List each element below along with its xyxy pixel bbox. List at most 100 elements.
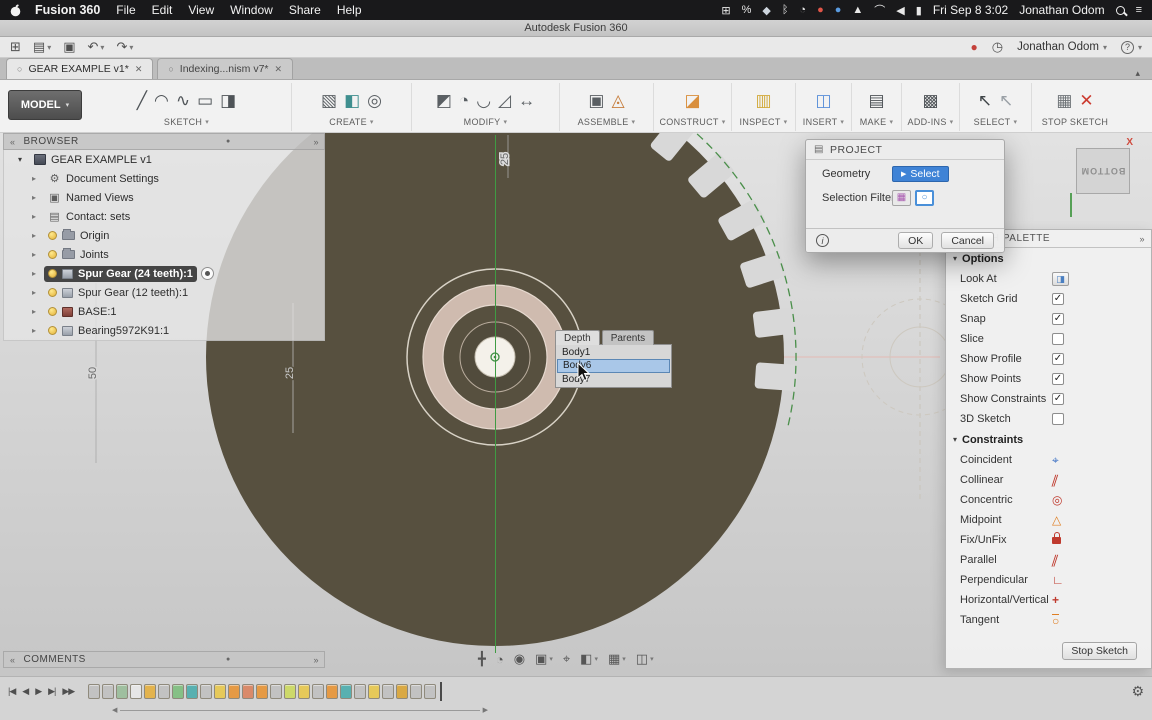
timeline-feature-25[interactable] xyxy=(424,684,436,699)
pan-icon[interactable]: ╋ xyxy=(478,651,486,667)
undo-icon[interactable]: ↶▾ xyxy=(88,39,105,55)
sync-icon[interactable]: ◆ xyxy=(762,4,770,17)
panel-collapse-icon[interactable]: » xyxy=(1139,234,1151,244)
constraint-coincident[interactable]: Coincident ⌖ xyxy=(946,450,1151,470)
step-forward-button[interactable]: ▶| xyxy=(48,686,55,697)
timeline-feature-20[interactable] xyxy=(354,684,366,699)
palette-row-3d-sketch[interactable]: 3D Sketch xyxy=(946,409,1151,429)
dimension-left[interactable]: 50 xyxy=(87,367,99,379)
visibility-bulb-icon[interactable] xyxy=(48,231,57,240)
menu-help[interactable]: Help xyxy=(337,3,362,17)
constraint-parallel[interactable]: Parallel ∥ xyxy=(946,550,1151,570)
expand-icon[interactable]: ▸ xyxy=(32,326,44,335)
dimension-mid[interactable]: 25 xyxy=(284,367,296,379)
file-icon[interactable]: ▤▾ xyxy=(33,39,51,55)
expand-icon[interactable]: ▸ xyxy=(32,307,44,316)
menu-construct[interactable]: CONSTRUCT▾ xyxy=(654,117,731,127)
timeline-feature-23[interactable] xyxy=(396,684,408,699)
constraint-fix-unfix[interactable]: Fix/UnFix xyxy=(946,530,1151,550)
help-menu[interactable]: ? ▾ xyxy=(1121,41,1142,54)
list-item-body1[interactable]: Body1 xyxy=(557,346,670,359)
sketch-filter-button[interactable]: ○ xyxy=(915,190,934,206)
timeline-position-marker[interactable] xyxy=(440,682,442,701)
play-button[interactable]: ▶ xyxy=(35,686,41,697)
blue-app-status-icon[interactable]: ● xyxy=(835,4,842,16)
apple-menu-icon[interactable] xyxy=(10,4,21,17)
spotlight-search-icon[interactable] xyxy=(1116,6,1125,15)
collapse-toolbar-icon[interactable]: ▴ xyxy=(1135,68,1146,79)
notification-center-icon[interactable]: ≡ xyxy=(1136,4,1142,16)
save-icon[interactable]: ▣ xyxy=(63,39,75,55)
timeline-feature-8[interactable] xyxy=(186,684,198,699)
airplay-icon[interactable]: ▲ xyxy=(852,4,863,16)
info-icon[interactable]: i xyxy=(816,234,829,247)
browser-item-contact-sets[interactable]: ▸ ▤ Contact: sets xyxy=(4,207,324,226)
expand-icon[interactable]: ▸ xyxy=(32,231,44,240)
window-select-icon[interactable]: ↖ xyxy=(999,92,1013,109)
box-icon[interactable]: ◧ xyxy=(344,92,360,109)
menu-window[interactable]: Window xyxy=(230,3,273,17)
expand-icon[interactable]: ▸ xyxy=(32,288,44,297)
timeline-settings-gear-icon[interactable]: ⚙ xyxy=(1131,683,1144,700)
constraint-concentric[interactable]: Concentric ◎ xyxy=(946,490,1151,510)
project-dialog-header[interactable]: ▤ PROJECT xyxy=(806,140,1004,160)
list-item-body7[interactable]: Body7 xyxy=(557,373,670,386)
timeline-feature-6[interactable] xyxy=(158,684,170,699)
browser-item-document-settings[interactable]: ▸ ⚙ Document Settings xyxy=(4,169,324,188)
palette-row-sketch-grid[interactable]: Sketch Grid xyxy=(946,289,1151,309)
revolve-icon[interactable]: ◎ xyxy=(367,92,382,109)
timeline-feature-13[interactable] xyxy=(256,684,268,699)
tab-depth[interactable]: Depth xyxy=(555,330,600,345)
expand-icon[interactable]: ▾ xyxy=(18,155,30,164)
timeline-feature-7[interactable] xyxy=(172,684,184,699)
palette-row-show-constraints[interactable]: Show Constraints xyxy=(946,389,1151,409)
slider-left-arrow-icon[interactable]: ◀ xyxy=(112,706,117,714)
create-sketch-icon[interactable]: ╱ xyxy=(137,92,147,109)
insert-icon[interactable]: ◫ xyxy=(815,92,831,109)
panel-collapse-icon[interactable]: » xyxy=(313,655,319,665)
visibility-bulb-icon[interactable] xyxy=(48,326,57,335)
show-profile-checkbox[interactable] xyxy=(1052,353,1064,365)
fit-icon[interactable]: ⌖ xyxy=(563,651,570,667)
palette-row-slice[interactable]: Slice xyxy=(946,329,1151,349)
expand-icon[interactable]: ▸ xyxy=(32,193,44,202)
timeline-zoom-slider[interactable]: ◀ ▶ xyxy=(112,706,488,714)
slider-right-arrow-icon[interactable]: ▶ xyxy=(483,706,488,714)
extrude-icon[interactable]: ▧ xyxy=(321,92,337,109)
browser-item-joints[interactable]: ▸ Joints xyxy=(4,245,324,264)
visibility-bulb-icon[interactable] xyxy=(48,288,57,297)
3d-sketch-checkbox[interactable] xyxy=(1052,413,1064,425)
constraint-collinear[interactable]: Collinear ∥ xyxy=(946,470,1151,490)
menu-modify[interactable]: MODIFY▾ xyxy=(412,117,559,127)
browser-item-base[interactable]: ▸ BASE:1 xyxy=(4,302,324,321)
timeline-feature-10[interactable] xyxy=(214,684,226,699)
tab-indexing-mechanism[interactable]: ○ Indexing...nism v7* ✕ xyxy=(157,58,293,79)
visibility-bulb-icon[interactable] xyxy=(48,250,57,259)
browser-item-named-views[interactable]: ▸ ▣ Named Views xyxy=(4,188,324,207)
scale-icon[interactable]: ↔ xyxy=(518,92,535,109)
redo-icon[interactable]: ↷▾ xyxy=(116,39,133,55)
stop-sketch-x-icon[interactable]: ✕ xyxy=(1079,92,1093,109)
list-item-body6[interactable]: Body6 xyxy=(557,359,670,373)
data-panel-grid-icon[interactable]: ⊞ xyxy=(10,39,21,55)
menu-create[interactable]: CREATE▾ xyxy=(292,117,411,127)
spline-icon[interactable]: ∿ xyxy=(176,92,190,109)
menu-inspect[interactable]: INSPECT▾ xyxy=(732,117,795,127)
timeline-feature-1[interactable] xyxy=(88,684,100,699)
palette-row-show-points[interactable]: Show Points xyxy=(946,369,1151,389)
bluetooth-icon[interactable]: ᛒ xyxy=(782,4,789,16)
stop-sketch-ribbon-button[interactable]: STOP SKETCH xyxy=(1032,117,1118,127)
palette-row-snap[interactable]: Snap xyxy=(946,309,1151,329)
version-history-icon[interactable]: ◷ xyxy=(992,39,1003,55)
menu-share[interactable]: Share xyxy=(289,3,321,17)
menu-insert[interactable]: INSERT▾ xyxy=(796,117,851,127)
time-machine-icon[interactable]: ◔ xyxy=(799,4,806,16)
menu-file[interactable]: File xyxy=(116,3,135,17)
timeline-feature-2[interactable] xyxy=(102,684,114,699)
timeline-feature-18[interactable] xyxy=(326,684,338,699)
stop-sketch-grid-icon[interactable]: ▦ xyxy=(1056,92,1072,109)
wifi-icon[interactable]: ⌒ xyxy=(874,2,885,18)
battery-icon[interactable]: ▮ xyxy=(916,4,922,17)
panel-collapse-icon[interactable]: » xyxy=(313,137,319,147)
constraint-tangent[interactable]: Tangent ○ xyxy=(946,610,1151,630)
